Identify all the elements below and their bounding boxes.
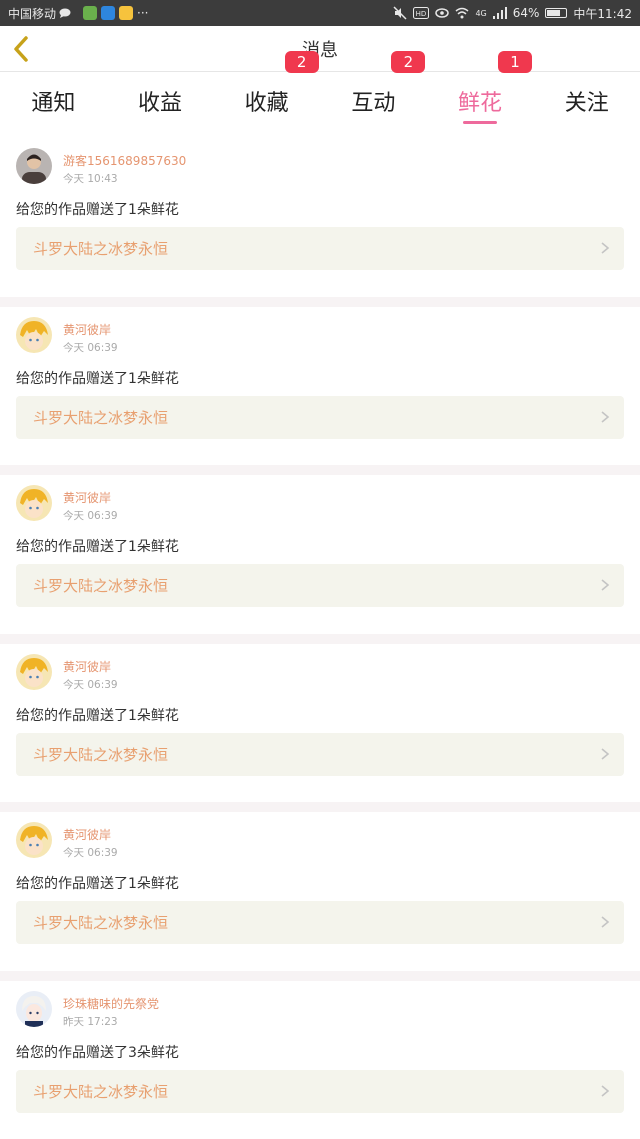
avatar[interactable]: [16, 485, 52, 521]
work-link[interactable]: 斗罗大陆之冰梦永恒: [16, 733, 624, 776]
avatar[interactable]: [16, 654, 52, 690]
chevron-right-icon: [600, 1084, 610, 1098]
avatar[interactable]: [16, 148, 52, 184]
tab-flowers[interactable]: 鲜花 1: [427, 72, 534, 130]
tab-earnings[interactable]: 收益: [107, 72, 214, 130]
divider: [0, 297, 640, 307]
unread-badge: 2: [391, 51, 425, 73]
message-time: 今天 10:43: [63, 171, 118, 186]
chevron-right-icon: [600, 578, 610, 592]
list-item: 黄河彼岸 今天 06:39 给您的作品赠送了1朵鲜花 斗罗大陆之冰梦永恒: [0, 812, 640, 971]
carrier-label: 中国移动: [8, 5, 56, 22]
unread-badge: 2: [285, 51, 319, 73]
sender-name[interactable]: 黄河彼岸: [63, 658, 111, 675]
message-text: 给您的作品赠送了1朵鲜花: [16, 873, 179, 893]
list-item: 游客1561689857630 今天 10:43 给您的作品赠送了1朵鲜花 斗罗…: [0, 138, 640, 297]
message-time: 昨天 17:23: [63, 1014, 118, 1029]
list-item: 黄河彼岸 今天 06:39 给您的作品赠送了1朵鲜花 斗罗大陆之冰梦永恒: [0, 644, 640, 803]
work-link[interactable]: 斗罗大陆之冰梦永恒: [16, 227, 624, 270]
message-text: 给您的作品赠送了1朵鲜花: [16, 368, 179, 388]
app-notification-icon: [119, 6, 133, 20]
message-time: 今天 06:39: [63, 845, 118, 860]
wifi-icon: [455, 7, 469, 19]
message-time: 今天 06:39: [63, 677, 118, 692]
sender-name[interactable]: 黄河彼岸: [63, 321, 111, 338]
app-notification-icon: [83, 6, 97, 20]
chevron-right-icon: [600, 747, 610, 761]
battery-percent: 64%: [513, 6, 540, 20]
signal-icon: [493, 7, 507, 19]
sender-name[interactable]: 黄河彼岸: [63, 489, 111, 506]
list-item: 黄河彼岸 今天 06:39 给您的作品赠送了1朵鲜花 斗罗大陆之冰梦永恒: [0, 475, 640, 634]
message-tabs: 通知 收益 收藏 2 互动 2 鲜花 1 关注: [0, 72, 640, 130]
tab-label: 收益: [138, 91, 182, 116]
app-notification-icon: [101, 6, 115, 20]
avatar[interactable]: [16, 822, 52, 858]
sender-name[interactable]: 游客1561689857630: [63, 152, 186, 169]
tab-label: 鲜花: [458, 91, 502, 116]
network-type-label: 4G: [475, 9, 486, 18]
work-title: 斗罗大陆之冰梦永恒: [33, 575, 168, 596]
tab-label: 收藏: [245, 91, 289, 116]
sender-name[interactable]: 珍珠糖味的先祭党: [63, 995, 159, 1012]
divider: [0, 634, 640, 644]
hd-icon: HD: [413, 7, 429, 19]
chevron-right-icon: [600, 241, 610, 255]
sender-name[interactable]: 黄河彼岸: [63, 826, 111, 843]
work-link[interactable]: 斗罗大陆之冰梦永恒: [16, 564, 624, 607]
avatar[interactable]: [16, 991, 52, 1027]
eye-icon: [435, 7, 449, 19]
divider: [0, 802, 640, 812]
back-arrow-icon[interactable]: [8, 34, 36, 64]
message-text: 给您的作品赠送了1朵鲜花: [16, 536, 179, 556]
message-time: 今天 06:39: [63, 340, 118, 355]
tab-label: 关注: [565, 91, 609, 116]
svg-text:HD: HD: [416, 10, 427, 18]
active-tab-indicator: [463, 121, 497, 124]
tab-label: 互动: [351, 91, 395, 116]
divider: [0, 465, 640, 475]
tab-follows[interactable]: 关注: [533, 72, 640, 130]
list-item: 珍珠糖味的先祭党 昨天 17:23 给您的作品赠送了3朵鲜花 斗罗大陆之冰梦永恒: [0, 981, 640, 1139]
clock: 中午11:42: [573, 5, 632, 22]
work-title: 斗罗大陆之冰梦永恒: [33, 744, 168, 765]
work-title: 斗罗大陆之冰梦永恒: [33, 238, 168, 259]
work-title: 斗罗大陆之冰梦永恒: [33, 912, 168, 933]
work-link[interactable]: 斗罗大陆之冰梦永恒: [16, 901, 624, 944]
status-bar: 中国移动 ··· HD 4G 64% 中午11:42: [0, 0, 640, 26]
battery-icon: [545, 8, 567, 18]
flower-message-list: 游客1561689857630 今天 10:43 给您的作品赠送了1朵鲜花 斗罗…: [0, 138, 640, 1139]
message-text: 给您的作品赠送了3朵鲜花: [16, 1042, 179, 1062]
more-notifications-icon: ···: [137, 6, 148, 20]
tab-favorites[interactable]: 收藏 2: [213, 72, 320, 130]
unread-badge: 1: [498, 51, 532, 73]
message-text: 给您的作品赠送了1朵鲜花: [16, 199, 179, 219]
list-item: 黄河彼岸 今天 06:39 给您的作品赠送了1朵鲜花 斗罗大陆之冰梦永恒: [0, 307, 640, 466]
work-link[interactable]: 斗罗大陆之冰梦永恒: [16, 1070, 624, 1113]
tab-interactions[interactable]: 互动 2: [320, 72, 427, 130]
message-time: 今天 06:39: [63, 508, 118, 523]
message-text: 给您的作品赠送了1朵鲜花: [16, 705, 179, 725]
tab-label: 通知: [31, 91, 75, 116]
work-link[interactable]: 斗罗大陆之冰梦永恒: [16, 396, 624, 439]
chevron-right-icon: [600, 915, 610, 929]
work-title: 斗罗大陆之冰梦永恒: [33, 1081, 168, 1102]
divider: [0, 971, 640, 981]
tab-notifications[interactable]: 通知: [0, 72, 107, 130]
chevron-right-icon: [600, 410, 610, 424]
avatar[interactable]: [16, 317, 52, 353]
nav-header: 消息: [0, 26, 640, 72]
work-title: 斗罗大陆之冰梦永恒: [33, 407, 168, 428]
chat-bubble-icon: [59, 8, 71, 18]
mute-icon: [393, 6, 407, 20]
